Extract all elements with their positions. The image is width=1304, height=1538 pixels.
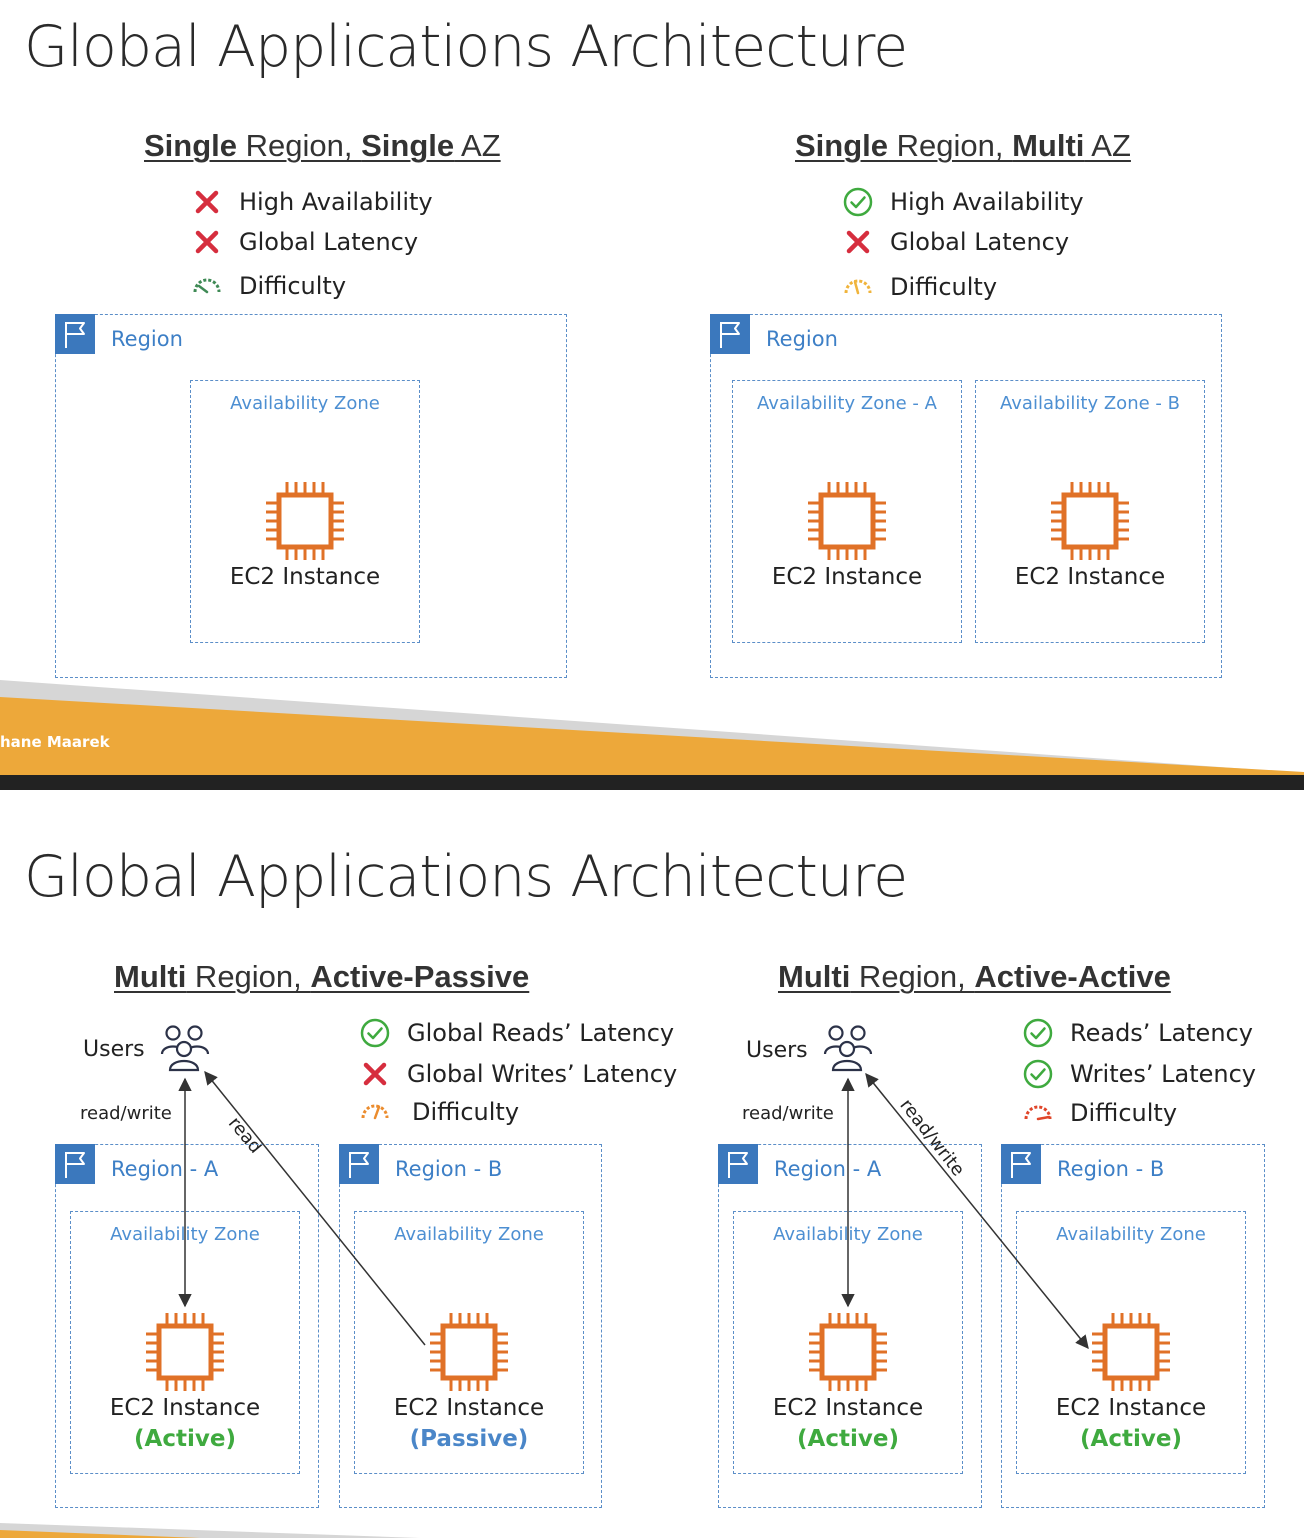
footer-author: hane Maarek <box>0 733 110 751</box>
slide-single-region: Global Applications Architecture Single … <box>0 0 1304 775</box>
footer-band <box>0 680 1304 775</box>
slide-multi-region: Global Applications Architecture Multi R… <box>0 790 1304 1538</box>
slide-separator <box>0 775 1304 790</box>
footer-band <box>0 1523 420 1538</box>
